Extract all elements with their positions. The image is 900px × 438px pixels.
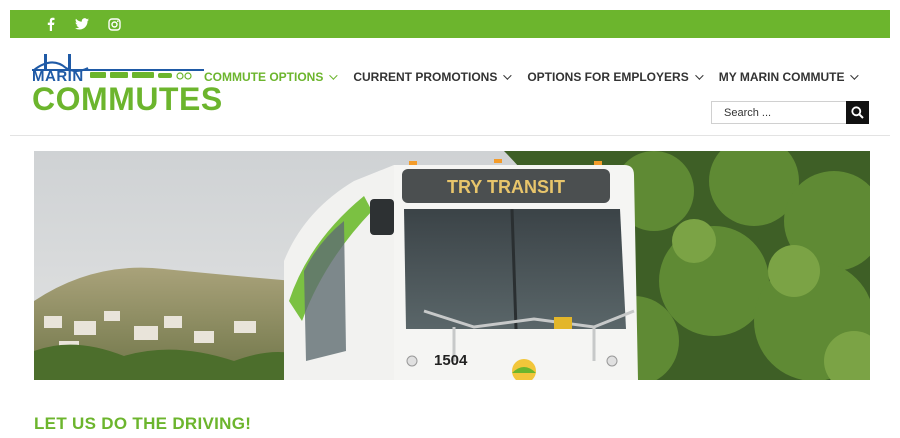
marin-commutes-logo[interactable]: MARIN COMMUTES bbox=[32, 52, 222, 120]
search-form bbox=[711, 101, 869, 124]
page-headline: LET US DO THE DRIVING! bbox=[34, 414, 252, 433]
facebook-icon[interactable] bbox=[42, 16, 58, 32]
site-header: MARIN COMMUTES COMMUTE OPTIONS CURRENT P… bbox=[10, 38, 890, 136]
bus-number: 1504 bbox=[434, 352, 468, 369]
search-button[interactable] bbox=[846, 101, 869, 124]
main-nav: COMMUTE OPTIONS CURRENT PROMOTIONS OPTIO… bbox=[204, 70, 874, 84]
search-input[interactable] bbox=[711, 101, 846, 124]
social-bar bbox=[10, 10, 890, 38]
bus-destination-sign: TRY TRANSIT bbox=[447, 177, 565, 197]
chevron-down-icon bbox=[503, 71, 513, 80]
bus-photo: TRY TRANSIT 1504 bbox=[34, 151, 870, 380]
nav-current-promotions-label: CURRENT PROMOTIONS bbox=[353, 70, 498, 84]
search-icon bbox=[851, 106, 864, 119]
nav-current-promotions[interactable]: CURRENT PROMOTIONS bbox=[353, 70, 513, 84]
nav-options-for-employers-label: OPTIONS FOR EMPLOYERS bbox=[527, 70, 689, 84]
hero-image: TRY TRANSIT 1504 bbox=[34, 151, 870, 380]
chevron-down-icon bbox=[694, 71, 704, 80]
twitter-icon[interactable] bbox=[74, 16, 90, 32]
chevron-down-icon bbox=[850, 71, 860, 80]
nav-commute-options-label: COMMUTE OPTIONS bbox=[204, 70, 324, 84]
nav-options-for-employers[interactable]: OPTIONS FOR EMPLOYERS bbox=[527, 70, 704, 84]
logo-commutes-text: COMMUTES bbox=[32, 81, 223, 117]
chevron-down-icon bbox=[329, 71, 339, 80]
nav-my-marin-commute-label: MY MARIN COMMUTE bbox=[718, 70, 845, 84]
nav-commute-options[interactable]: COMMUTE OPTIONS bbox=[204, 70, 339, 84]
nav-my-marin-commute[interactable]: MY MARIN COMMUTE bbox=[718, 70, 860, 84]
instagram-icon[interactable] bbox=[106, 16, 122, 32]
